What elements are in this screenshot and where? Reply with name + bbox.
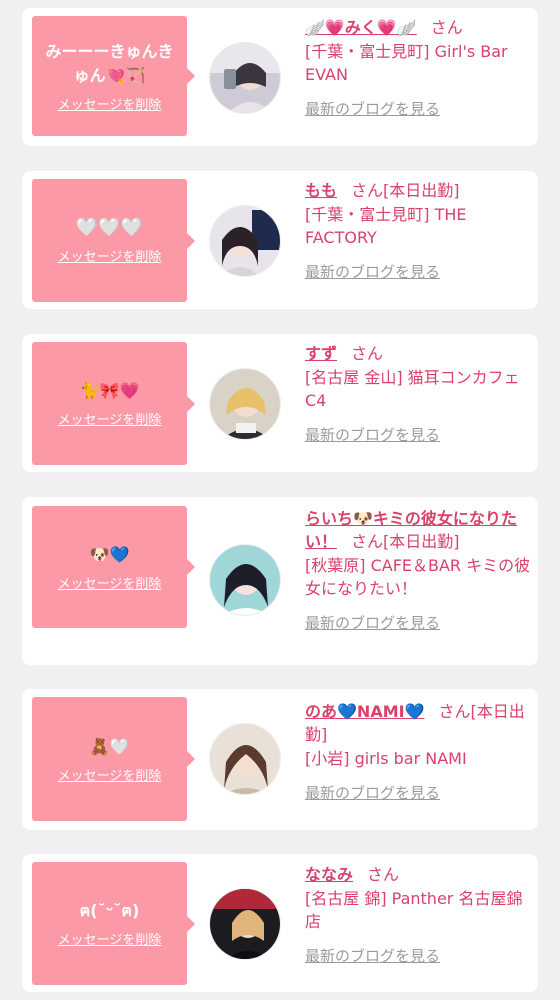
delete-message-link[interactable]: メッセージを削除 (58, 94, 162, 113)
delete-message-link[interactable]: メッセージを削除 (58, 929, 162, 948)
cast-card: 🐶💙 メッセージを削除 らいち🐶キミの彼女になりたい！ さん[本日出勤] [秋葉原… (22, 497, 538, 665)
cast-name-link[interactable]: もも (305, 181, 337, 200)
cast-info: らいち🐶キミの彼女になりたい！ さん[本日出勤] [秋葉原] CAFE＆BAR キ… (305, 507, 533, 635)
message-bubble: ฅ(˘ᵕ˘ฅ) メッセージを削除 (32, 862, 195, 985)
message-bubble: 🧸🤍 メッセージを削除 (32, 697, 195, 821)
honorific: さん (351, 532, 384, 551)
honorific: さん (367, 865, 400, 884)
attendance-status: [本日出勤] (383, 532, 460, 551)
latest-blog-link[interactable]: 最新のブログを見る (305, 98, 533, 121)
cast-name-link[interactable]: 🪽💗みく💗🪽 (305, 18, 417, 37)
message-bubble: 🤍🤍🤍 メッセージを削除 (32, 179, 195, 302)
message-bubble: 🐈🎀💗 メッセージを削除 (32, 342, 195, 465)
latest-blog-link[interactable]: 最新のブログを見る (305, 612, 533, 635)
cast-name-link[interactable]: のあ💙NAMI💙 (305, 702, 425, 721)
attendance-status: [本日出勤] (383, 181, 460, 200)
shop-name: [千葉・富士見町] Girl's Bar EVAN (305, 42, 508, 84)
cast-info: すず さん [名古屋 金山] 猫耳コンカフェ C4 最新のブログを見る (305, 342, 533, 447)
delete-message-link[interactable]: メッセージを削除 (58, 246, 162, 265)
cast-info: ななみ さん [名古屋 錦] Panther 名古屋錦店 最新のブログを見る (305, 863, 533, 968)
cast-info: もも さん[本日出勤] [千葉・富士見町] THE FACTORY 最新のブログを… (305, 179, 533, 284)
message-text: みーーーきゅんきゅん💘🏹 (45, 41, 174, 85)
message-text: 🧸🤍 (89, 736, 130, 756)
honorific: さん (351, 181, 384, 200)
message-bubble: みーーーきゅんきゅん💘🏹 メッセージを削除 (32, 16, 195, 136)
latest-blog-link[interactable]: 最新のブログを見る (305, 424, 533, 447)
message-text: ฅ(˘ᵕ˘ฅ) (79, 901, 140, 920)
cast-card: ฅ(˘ᵕ˘ฅ) メッセージを削除 ななみ さん [名古屋 錦] Panther 名… (22, 854, 538, 992)
cast-card: 🧸🤍 メッセージを削除 のあ💙NAMI💙 さん[本日出勤] [小岩] girls … (22, 689, 538, 830)
message-bubble: 🐶💙 メッセージを削除 (32, 506, 195, 628)
message-text: 🤍🤍🤍 (75, 217, 144, 238)
cast-name-link[interactable]: すず (305, 344, 337, 363)
message-text: 🐶💙 (89, 544, 130, 564)
avatar[interactable] (209, 888, 281, 960)
cast-card: みーーーきゅんきゅん💘🏹 メッセージを削除 🪽💗みく💗🪽 さん [千葉・富士見町]… (22, 8, 538, 146)
shop-name: [名古屋 錦] Panther 名古屋錦店 (305, 889, 523, 931)
avatar[interactable] (209, 205, 281, 277)
avatar[interactable] (209, 368, 281, 440)
shop-name: [秋葉原] CAFE＆BAR キミの彼女になりたい！ (305, 556, 531, 598)
latest-blog-link[interactable]: 最新のブログを見る (305, 782, 533, 805)
cast-info: 🪽💗みく💗🪽 さん [千葉・富士見町] Girl's Bar EVAN 最新のブロ… (305, 16, 533, 121)
honorific: さん (438, 702, 471, 721)
shop-name: [名古屋 金山] 猫耳コンカフェ C4 (305, 368, 520, 410)
favorite-cast-list: みーーーきゅんきゅん💘🏹 メッセージを削除 🪽💗みく💗🪽 さん [千葉・富士見町]… (0, 0, 560, 1000)
delete-message-link[interactable]: メッセージを削除 (58, 409, 162, 428)
shop-name: [小岩] girls bar NAMI (305, 749, 467, 768)
shop-name: [千葉・富士見町] THE FACTORY (305, 205, 467, 247)
cast-name-link[interactable]: ななみ (305, 865, 353, 884)
honorific: さん (351, 344, 384, 363)
cast-card: 🤍🤍🤍 メッセージを削除 もも さん[本日出勤] [千葉・富士見町] THE FA… (22, 171, 538, 309)
cast-card: 🐈🎀💗 メッセージを削除 すず さん [名古屋 金山] 猫耳コンカフェ C4 最新… (22, 334, 538, 472)
avatar[interactable] (209, 544, 281, 616)
honorific: さん (430, 18, 463, 37)
delete-message-link[interactable]: メッセージを削除 (58, 765, 162, 784)
avatar[interactable] (209, 42, 281, 114)
delete-message-link[interactable]: メッセージを削除 (58, 573, 162, 592)
avatar[interactable] (209, 723, 281, 795)
latest-blog-link[interactable]: 最新のブログを見る (305, 945, 533, 968)
message-text: 🐈🎀💗 (79, 381, 140, 400)
cast-info: のあ💙NAMI💙 さん[本日出勤] [小岩] girls bar NAMI 最新の… (305, 700, 533, 805)
latest-blog-link[interactable]: 最新のブログを見る (305, 261, 533, 284)
